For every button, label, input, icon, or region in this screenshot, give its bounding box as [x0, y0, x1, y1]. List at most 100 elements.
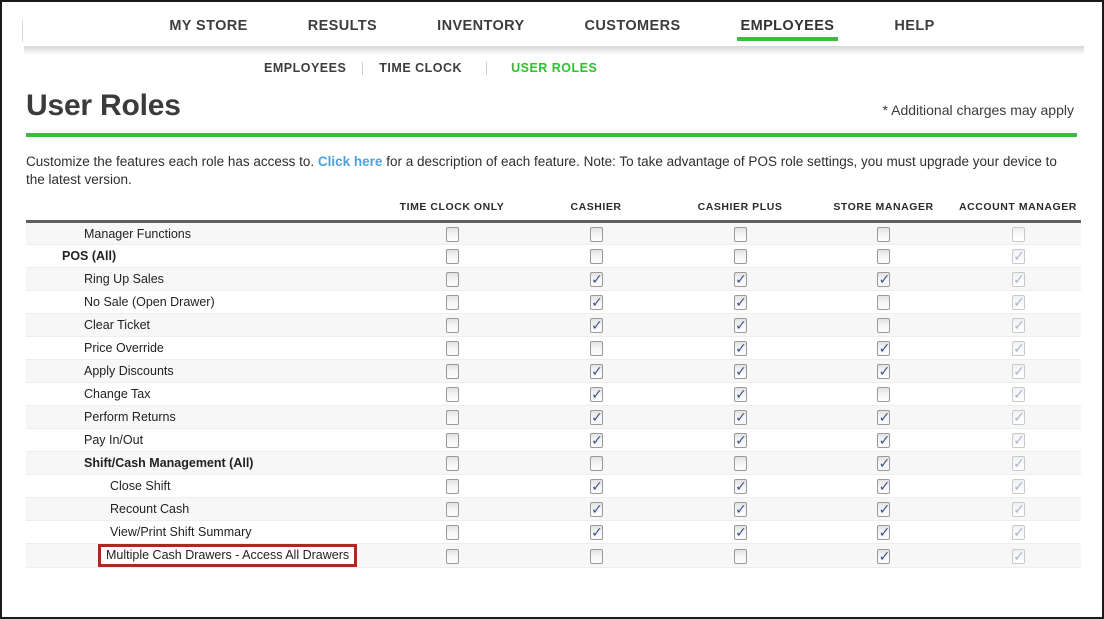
table-row: Price Override ✓ ✓ ✓ [26, 336, 1081, 361]
permission-checkbox[interactable] [445, 364, 459, 380]
permission-checkbox[interactable]: ✓ [733, 341, 747, 357]
subnav-item-time-clock[interactable]: TIME CLOCK [379, 61, 462, 75]
permission-cell [524, 244, 668, 269]
permission-checkbox[interactable]: ✓ [733, 318, 747, 334]
permission-checkbox[interactable]: ✓ [589, 410, 603, 426]
permission-checkbox[interactable] [445, 479, 459, 495]
permission-checkbox[interactable] [445, 295, 459, 311]
intro-paragraph: Customize the features each role has acc… [26, 153, 1077, 189]
permission-checkbox[interactable] [589, 226, 603, 242]
permission-checkbox[interactable]: ✓ [733, 410, 747, 426]
permission-checkbox: ✓ [1011, 525, 1025, 542]
permission-checkbox[interactable] [877, 226, 890, 242]
check-icon: ✓ [1013, 525, 1025, 542]
feature-label: Price Override [84, 341, 164, 356]
permission-checkbox[interactable]: ✓ [733, 272, 747, 288]
subnav-separator [486, 61, 488, 75]
permission-checkbox[interactable]: ✓ [733, 525, 747, 541]
permission-cell [380, 336, 524, 361]
permission-checkbox[interactable]: ✓ [877, 479, 890, 495]
check-icon: ✓ [735, 364, 747, 381]
table-row: Multiple Cash Drawers - Access All Drawe… [26, 543, 1081, 569]
topnav-item-customers[interactable]: CUSTOMERS [555, 18, 711, 41]
permission-checkbox[interactable]: ✓ [877, 548, 891, 565]
permission-cell: ✓ [524, 405, 668, 430]
permission-checkbox[interactable]: ✓ [589, 364, 603, 380]
table-row: Manager Functions [26, 221, 1081, 246]
permission-checkbox[interactable]: ✓ [733, 479, 747, 495]
permission-checkbox[interactable]: ✓ [877, 341, 890, 357]
permission-cell: ✓ [955, 520, 1081, 545]
permission-checkbox[interactable]: ✓ [589, 525, 603, 541]
permission-checkbox[interactable]: ✓ [733, 387, 747, 403]
permission-checkbox[interactable] [733, 456, 747, 472]
permission-checkbox[interactable] [589, 456, 603, 472]
permission-checkbox[interactable] [877, 249, 890, 265]
check-icon: ✓ [591, 387, 603, 404]
topnav-item-inventory[interactable]: INVENTORY [407, 18, 554, 41]
permission-checkbox[interactable] [445, 525, 459, 541]
permission-cell [524, 543, 668, 569]
permission-checkbox[interactable]: ✓ [877, 502, 890, 518]
feature-label: View/Print Shift Summary [110, 525, 252, 540]
permission-checkbox[interactable]: ✓ [733, 364, 747, 381]
permission-checkbox[interactable]: ✓ [877, 272, 890, 288]
permission-cell: ✓ [955, 313, 1081, 338]
subnav-item-user-roles[interactable]: USER ROLES [511, 61, 597, 75]
topnav-item-help[interactable]: HELP [864, 18, 964, 41]
permission-checkbox[interactable] [877, 295, 890, 311]
feature-label-cell: Shift/Cash Management (All) [26, 451, 380, 476]
permission-checkbox[interactable] [445, 249, 459, 265]
permission-checkbox[interactable] [445, 318, 459, 334]
permission-cell: ✓ [668, 359, 812, 384]
permission-checkbox[interactable]: ✓ [877, 410, 890, 426]
permission-checkbox[interactable]: ✓ [589, 433, 603, 449]
permission-checkbox: ✓ [1011, 341, 1025, 357]
table-head: TIME CLOCK ONLY CASHIER CASHIER PLUS STORE … [26, 201, 1081, 224]
permission-checkbox[interactable] [589, 249, 603, 265]
permission-checkbox: ✓ [1011, 456, 1025, 472]
permission-checkbox[interactable] [733, 226, 747, 242]
permission-checkbox[interactable] [877, 318, 890, 334]
topnav-item-employees[interactable]: EMPLOYEES [711, 18, 865, 41]
permission-checkbox[interactable]: ✓ [877, 525, 890, 541]
permission-checkbox[interactable] [445, 410, 459, 426]
permission-checkbox[interactable]: ✓ [589, 502, 603, 518]
permission-checkbox[interactable] [733, 548, 747, 564]
permission-checkbox[interactable] [589, 341, 603, 357]
topnav-item-results[interactable]: RESULTS [278, 18, 407, 41]
permission-checkbox[interactable]: ✓ [877, 456, 890, 472]
permission-checkbox[interactable]: ✓ [733, 433, 747, 449]
feature-label: Close Shift [110, 479, 171, 494]
feature-label: Recount Cash [110, 502, 190, 517]
permission-checkbox[interactable] [445, 387, 459, 403]
permission-checkbox[interactable]: ✓ [589, 295, 603, 311]
topnav-item-my-store[interactable]: MY STORE [139, 18, 277, 41]
permission-cell [812, 313, 955, 338]
click-here-link[interactable]: Click here [318, 154, 383, 169]
permission-checkbox[interactable]: ✓ [589, 479, 603, 495]
permission-checkbox[interactable]: ✓ [733, 502, 747, 518]
permission-checkbox[interactable] [445, 502, 459, 518]
permission-checkbox[interactable] [445, 226, 459, 242]
permission-checkbox[interactable]: ✓ [877, 433, 890, 449]
check-icon: ✓ [1013, 548, 1025, 565]
permission-checkbox[interactable] [445, 341, 459, 357]
permission-checkbox[interactable]: ✓ [733, 295, 747, 311]
permission-checkbox[interactable] [877, 387, 890, 403]
permission-checkbox[interactable]: ✓ [589, 387, 603, 404]
permission-checkbox[interactable]: ✓ [877, 364, 890, 380]
permission-checkbox[interactable] [445, 272, 459, 288]
check-icon: ✓ [878, 548, 891, 565]
app-window: MY STORE RESULTS INVENTORY CUSTOMERS EMPLOYE… [0, 0, 1104, 619]
permission-checkbox[interactable] [445, 456, 459, 472]
permission-checkbox[interactable] [733, 249, 747, 265]
permission-cell: ✓ [955, 428, 1081, 453]
permission-checkbox[interactable] [445, 548, 459, 564]
permission-checkbox[interactable]: ✓ [589, 318, 603, 334]
check-icon: ✓ [1013, 295, 1025, 312]
permission-checkbox[interactable] [445, 433, 459, 449]
permission-checkbox[interactable]: ✓ [589, 272, 603, 288]
subnav-item-employees[interactable]: EMPLOYEES [264, 61, 346, 75]
permission-checkbox[interactable] [589, 548, 603, 564]
